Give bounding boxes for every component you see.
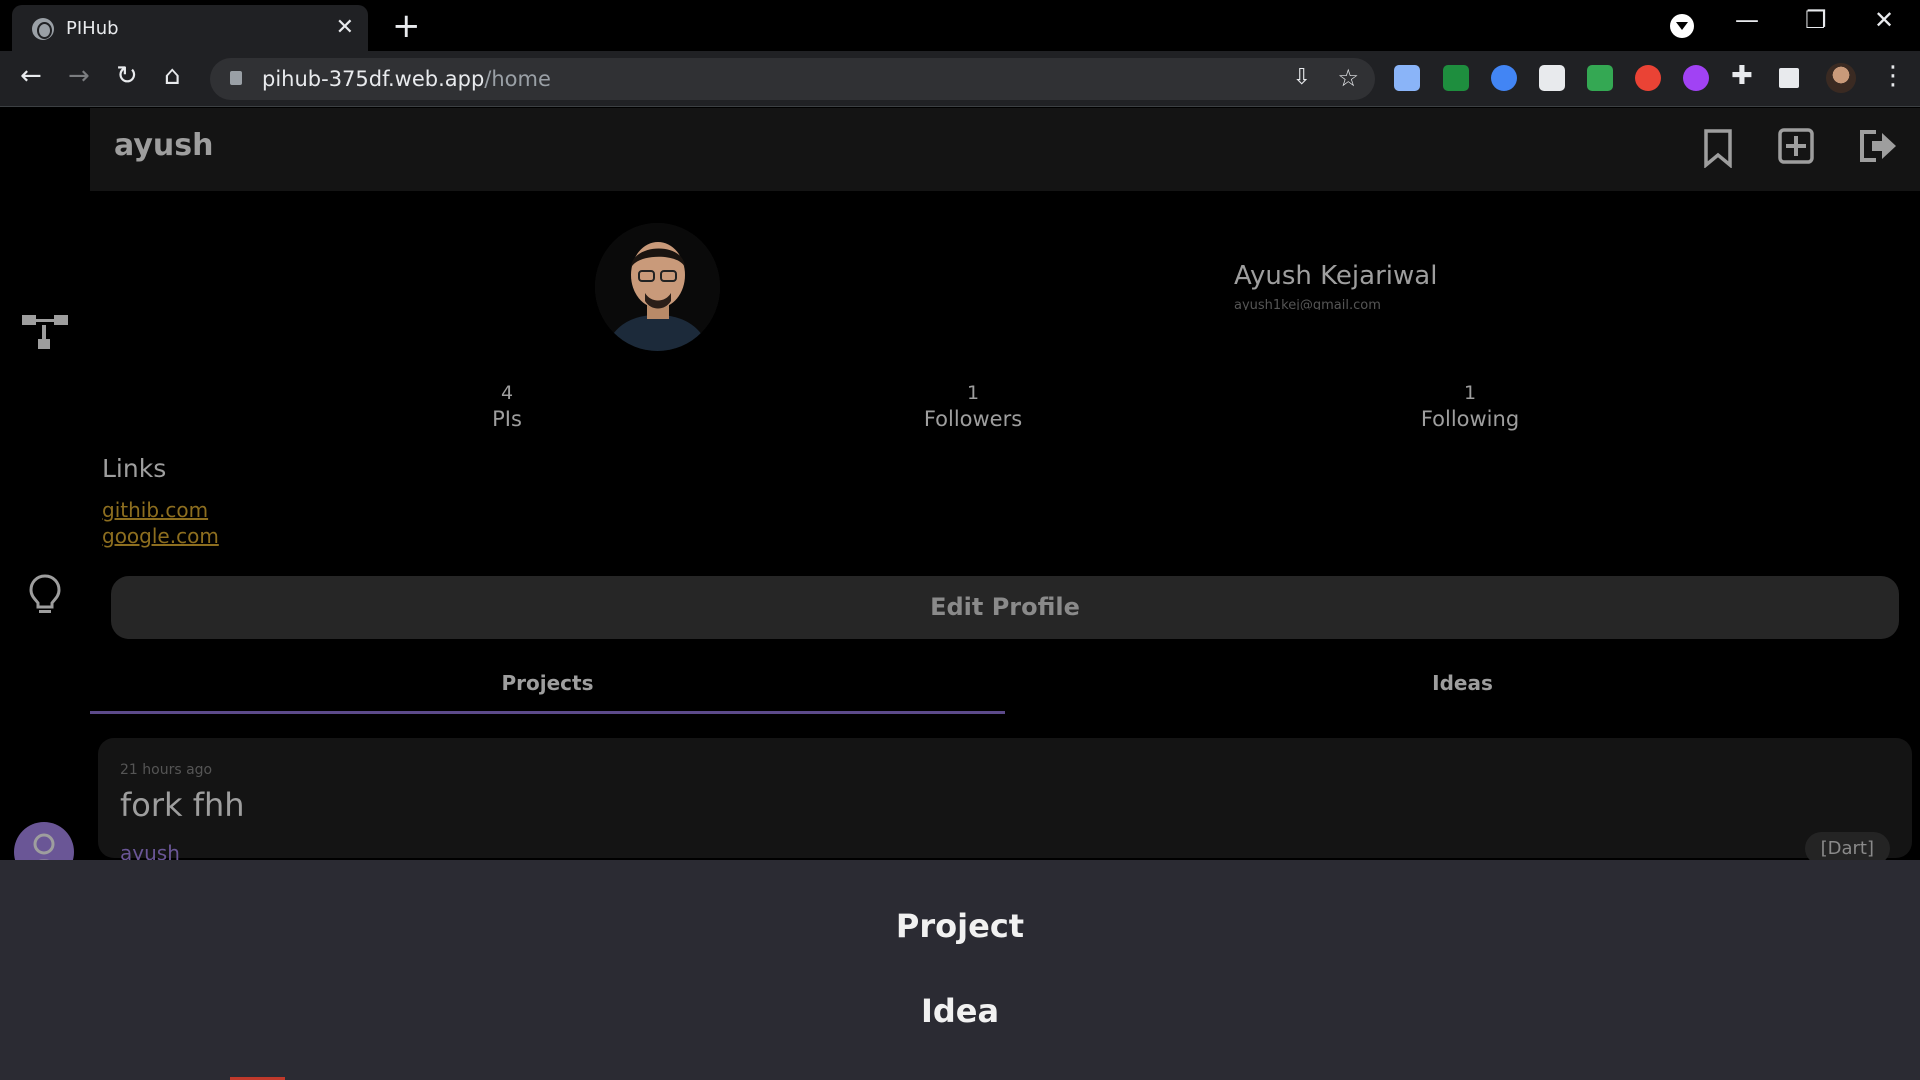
extension-icon[interactable] <box>1491 65 1517 91</box>
address-bar[interactable]: pihub-375df.web.app/home ⇩ ☆ <box>210 58 1375 100</box>
extensions-puzzle-icon[interactable]: ✚ <box>1731 61 1753 91</box>
header-username: ayush <box>114 128 214 163</box>
stat-following[interactable]: 1 Following <box>1370 382 1570 431</box>
minimize-button[interactable]: — <box>1735 6 1759 34</box>
back-icon[interactable]: ← <box>20 61 42 91</box>
bookmark-icon[interactable] <box>1703 128 1733 168</box>
lock-icon <box>230 71 242 85</box>
install-app-icon[interactable]: ⇩ <box>1293 65 1311 90</box>
lightbulb-icon[interactable] <box>28 573 62 617</box>
profile-email: ayush1kej@gmail.com <box>1234 298 1381 310</box>
forward-icon[interactable]: → <box>68 61 90 91</box>
logout-icon[interactable] <box>1858 128 1898 164</box>
stat-value: 1 <box>966 382 980 404</box>
browser-toolbar: ← → ↻ ⌂ pihub-375df.web.app/home ⇩ ☆ ✚ ⋮ <box>0 51 1920 107</box>
restore-button[interactable]: ❐ <box>1805 6 1827 34</box>
stat-followers[interactable]: 1 Followers <box>873 382 1073 431</box>
profile-avatar <box>595 223 720 351</box>
stat-label: Following <box>1420 407 1520 431</box>
stat-value: 4 <box>500 382 514 404</box>
extension-icon[interactable] <box>1539 65 1565 91</box>
tab-title: PIHub <box>66 18 119 39</box>
active-tab-indicator <box>90 711 1005 714</box>
profile-link[interactable]: google.com <box>102 524 219 548</box>
bookmark-star-icon[interactable]: ☆ <box>1337 64 1359 92</box>
project-card[interactable]: 21 hours ago fork fhh ayush [Dart] <box>98 738 1912 865</box>
extension-icon[interactable] <box>1443 65 1469 91</box>
chrome-menu-icon[interactable]: ⋮ <box>1880 61 1906 91</box>
window-close-button[interactable]: ✕ <box>1874 6 1894 34</box>
extension-icon[interactable] <box>1635 65 1661 91</box>
create-project-option[interactable]: Project <box>0 907 1920 945</box>
side-panel-icon[interactable] <box>1779 68 1799 88</box>
profile-link[interactable]: githib.com <box>102 498 208 522</box>
browser-tabstrip: PIHub ✕ + — ❐ ✕ <box>0 0 1920 51</box>
hierarchy-icon[interactable] <box>20 313 70 358</box>
create-bottom-sheet: Project Idea <box>0 860 1920 1080</box>
home-icon[interactable]: ⌂ <box>164 61 181 91</box>
tab-projects[interactable]: Projects <box>90 653 1005 713</box>
tab-search-icon[interactable] <box>1670 14 1694 38</box>
profile-full-name: Ayush Kejariwal <box>1234 261 1438 291</box>
links-heading: Links <box>102 454 167 483</box>
stat-label: Followers <box>923 407 1023 431</box>
extension-icon[interactable] <box>1394 65 1420 91</box>
extension-icon[interactable] <box>1683 65 1709 91</box>
edit-profile-button[interactable]: Edit Profile <box>111 576 1899 639</box>
chrome-profile-avatar[interactable] <box>1826 63 1856 93</box>
app-header: ayush <box>90 108 1920 191</box>
add-post-icon[interactable] <box>1778 128 1814 164</box>
stat-value: 1 <box>1463 382 1477 404</box>
create-idea-option[interactable]: Idea <box>0 992 1920 1030</box>
extension-icon[interactable] <box>1587 65 1613 91</box>
globe-icon <box>32 18 54 40</box>
content-tabs: Projects Ideas <box>90 653 1920 714</box>
new-tab-button[interactable]: + <box>392 6 421 46</box>
url-text: pihub-375df.web.app/home <box>262 67 551 91</box>
tab-close-icon[interactable]: ✕ <box>336 15 354 40</box>
stat-label: PIs <box>492 407 522 431</box>
tab-ideas[interactable]: Ideas <box>1005 653 1920 713</box>
post-time: 21 hours ago <box>120 762 213 778</box>
post-title: fork fhh <box>120 786 245 824</box>
browser-tab[interactable]: PIHub ✕ <box>12 5 368 51</box>
stat-pis[interactable]: 4 PIs <box>407 382 607 431</box>
reload-icon[interactable]: ↻ <box>116 61 138 91</box>
